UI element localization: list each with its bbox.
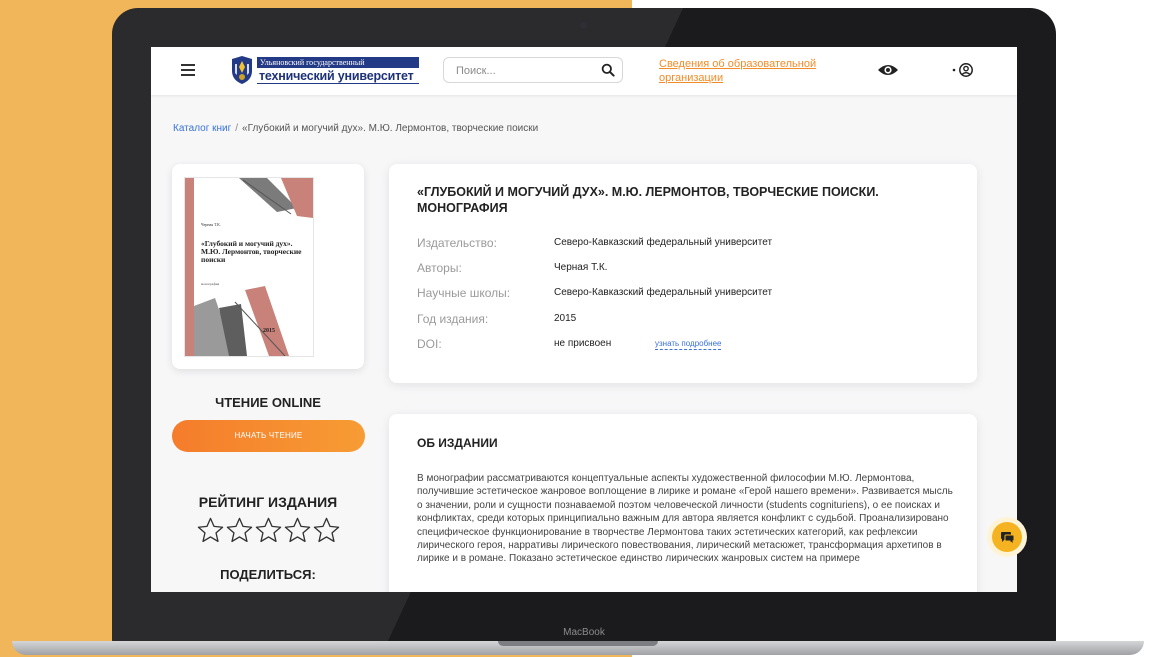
laptop-brand: MacBook	[563, 627, 605, 638]
book-info-card: «ГЛУБОКИЙ И МОГУЧИЙ ДУХ». М.Ю. ЛЕРМОНТОВ…	[389, 164, 977, 383]
field-label: Год издания:	[417, 312, 489, 326]
field-value: Северо-Кавказский федеральный университе…	[554, 237, 773, 248]
field-schools: Научные школы: Северо-Кавказский федерал…	[417, 286, 957, 302]
chat-button[interactable]	[987, 517, 1027, 557]
star-icon[interactable]	[254, 516, 283, 545]
eye-icon[interactable]	[877, 62, 899, 78]
field-publisher: Издательство: Северо-Кавказский федераль…	[417, 236, 957, 252]
university-logo[interactable]: Ульяновский государственный технический …	[229, 55, 421, 87]
emblem-icon	[232, 56, 252, 84]
chat-icon	[1001, 532, 1015, 543]
search-icon[interactable]	[601, 63, 615, 77]
book-title: «ГЛУБОКИЙ И МОГУЧИЙ ДУХ». М.Ю. ЛЕРМОНТОВ…	[417, 185, 879, 215]
hamburger-icon[interactable]	[181, 64, 195, 76]
camera	[580, 22, 587, 29]
star-icon[interactable]	[312, 516, 341, 545]
about-text: В монографии рассматриваются концептуаль…	[417, 473, 953, 565]
share-heading: ПОДЕЛИТЬСЯ:	[220, 567, 316, 582]
breadcrumb-separator: /	[235, 123, 239, 134]
field-doi: DOI: не присвоен узнать подробнее	[417, 337, 957, 353]
field-value: 2015	[554, 313, 577, 324]
laptop-base	[12, 641, 1144, 655]
star-icon[interactable]	[225, 516, 254, 545]
breadcrumb: Каталог книг / «Глубокий и могучий дух». М…	[173, 123, 538, 134]
field-label: Издательство:	[417, 236, 497, 250]
read-online-heading: ЧТЕНИЕ ONLINE	[215, 395, 321, 410]
book-cover-image[interactable]: Черная Т.К. «Глубокий и могучий дух». М.…	[184, 177, 314, 357]
doi-more-link[interactable]: узнать подробнее	[655, 339, 722, 350]
field-label: Авторы:	[417, 261, 462, 275]
rating-heading: РЕЙТИНГ ИЗДАНИЯ	[198, 494, 338, 510]
book-cover-card: Черная Т.К. «Глубокий и могучий дух». М.…	[172, 164, 364, 369]
field-year: Год издания: 2015	[417, 312, 957, 328]
field-authors: Авторы: Черная Т.К.	[417, 261, 957, 277]
start-reading-button[interactable]: НАЧАТЬ ЧТЕНИЕ	[172, 420, 365, 452]
logo-line-2: технический университет	[259, 69, 414, 83]
breadcrumb-current: «Глубокий и могучий дух». М.Ю. Лермонтов…	[242, 123, 539, 134]
cover-title: «Глубокий и могучий дух». М.Ю. Лермонтов…	[201, 239, 302, 264]
field-label: Научные школы:	[417, 286, 511, 300]
site-header: Ульяновский государственный технический …	[151, 47, 1017, 95]
star-icon[interactable]	[196, 516, 225, 545]
cover-year: 2015	[263, 328, 275, 334]
search-input[interactable]	[454, 62, 598, 80]
cover-author: Черная Т.К.	[201, 222, 221, 227]
org-info-link[interactable]: Сведения об образовательной организации	[659, 57, 839, 85]
browser-screen: Ульяновский государственный технический …	[151, 47, 1017, 592]
field-value: Северо-Кавказский федеральный университе…	[554, 287, 773, 298]
field-value: не присвоен	[554, 338, 612, 349]
search-box	[443, 57, 623, 83]
rating-stars	[196, 516, 342, 546]
logo-line-1: Ульяновский государственный	[257, 57, 419, 68]
user-icon[interactable]	[951, 62, 977, 78]
field-value: Черная Т.К.	[554, 262, 608, 273]
cover-decoration	[194, 178, 313, 356]
breadcrumb-catalog-link[interactable]: Каталог книг	[173, 123, 231, 134]
about-card: ОБ ИЗДАНИИ В монографии рассматриваются …	[389, 414, 977, 592]
cover-subtitle: монография	[201, 282, 220, 286]
about-heading: ОБ ИЗДАНИИ	[417, 436, 498, 450]
star-icon[interactable]	[283, 516, 312, 545]
field-label: DOI:	[417, 337, 442, 351]
